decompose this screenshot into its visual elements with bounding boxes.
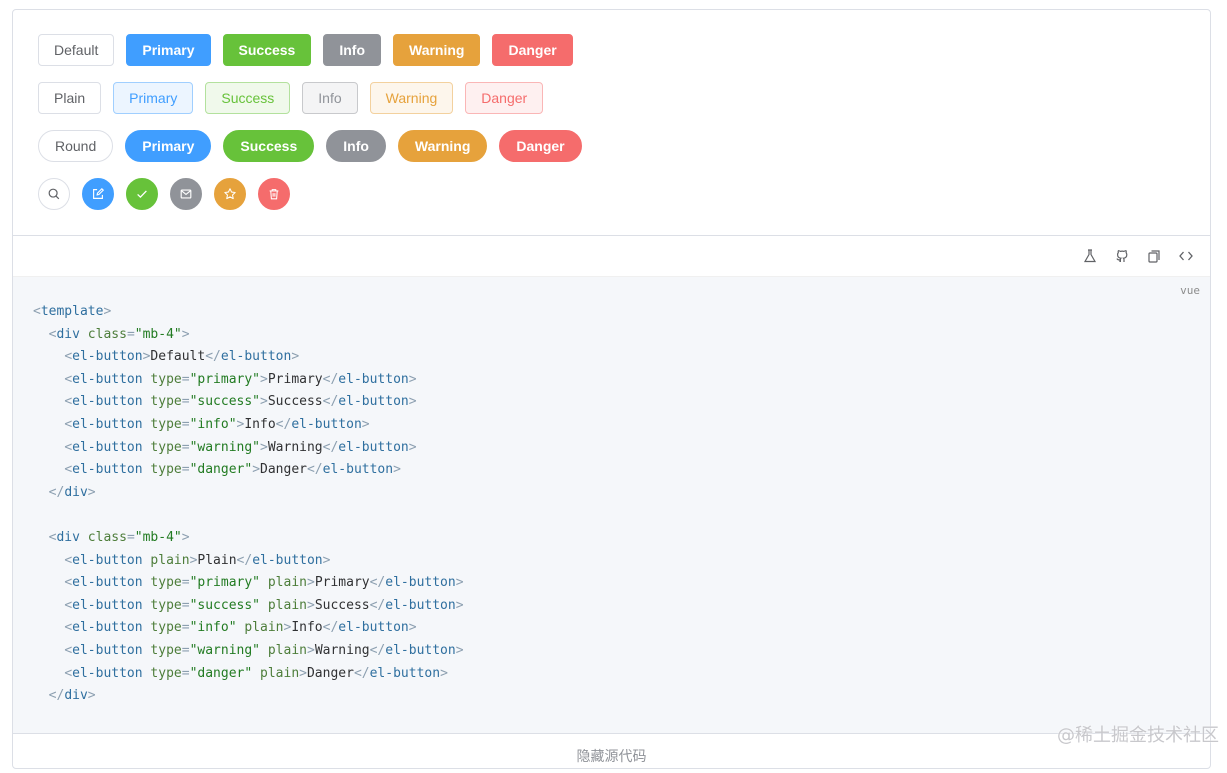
circle-star-button[interactable] [214, 178, 246, 210]
code-line: <template> [33, 304, 112, 319]
info-button[interactable]: Info [323, 34, 381, 66]
round-buttons-row: Round Primary Success Info Warning Dange… [38, 130, 1210, 162]
circle-check-button[interactable] [126, 178, 158, 210]
plain-danger-button[interactable]: Danger [465, 82, 544, 114]
hide-source-label: 隐藏源代码 [576, 748, 647, 764]
code-line: <el-button type="info" plain>Info</el-bu… [64, 620, 417, 636]
code-line: <el-button type="primary">Primary</el-bu… [64, 371, 417, 387]
round-info-button[interactable]: Info [326, 130, 386, 162]
hide-source-toggle[interactable]: 隐藏源代码 [13, 733, 1210, 773]
circle-edit-button[interactable] [82, 178, 114, 210]
round-primary-button[interactable]: Primary [125, 130, 212, 162]
code-line: ​ [33, 504, 1210, 527]
danger-button[interactable]: Danger [492, 34, 573, 66]
code-line: <el-button>Default</el-button> [64, 349, 300, 365]
code-line: <el-button type="success">Success</el-bu… [64, 394, 417, 410]
copy-icon[interactable] [1146, 248, 1162, 264]
source-code-panel: vue <template> <div class="mb-4"> <el-bu… [13, 277, 1210, 733]
plain-success-button[interactable]: Success [205, 82, 291, 114]
plain-default-button[interactable]: Plain [38, 82, 102, 114]
code-line: <el-button type="danger" plain>Danger</e… [64, 665, 448, 681]
round-success-button[interactable]: Success [223, 130, 315, 162]
message-icon [179, 187, 193, 201]
code-lines: <template> <div class="mb-4"> <el-button… [33, 301, 1210, 708]
code-line: <el-button type="success" plain>Success<… [64, 597, 464, 613]
demo-block: Default Primary Success Info Warning Dan… [12, 9, 1211, 769]
circle-message-button[interactable] [170, 178, 202, 210]
plain-primary-button[interactable]: Primary [113, 82, 194, 114]
code-line: <el-button type="danger">Danger</el-butt… [64, 462, 401, 478]
basic-buttons-row: Default Primary Success Info Warning Dan… [38, 34, 1210, 66]
round-danger-button[interactable]: Danger [499, 130, 582, 162]
playground-icon[interactable] [1082, 248, 1098, 264]
demo-preview: Default Primary Success Info Warning Dan… [13, 10, 1210, 236]
code-language-label: vue [1180, 284, 1200, 297]
plain-buttons-row: Plain Primary Success Info Warning Dange… [38, 82, 1210, 114]
star-icon [223, 187, 237, 201]
demo-toolbar [13, 236, 1210, 277]
code-line: </div> [48, 484, 96, 500]
code-line: </div> [48, 688, 96, 704]
code-icon[interactable] [1178, 248, 1194, 264]
warning-button[interactable]: Warning [393, 34, 481, 66]
primary-button[interactable]: Primary [126, 34, 211, 66]
default-button[interactable]: Default [38, 34, 115, 66]
watermark: @稀土掘金技术社区 [1057, 725, 1219, 746]
github-icon[interactable] [1114, 248, 1130, 264]
code-line: <el-button type="warning">Warning</el-bu… [64, 439, 417, 455]
circle-delete-button[interactable] [258, 178, 290, 210]
circle-search-button[interactable] [38, 178, 70, 210]
code-line: <el-button type="warning" plain>Warning<… [64, 642, 464, 658]
edit-icon [91, 187, 105, 201]
code-line: <el-button type="info">Info</el-button> [64, 416, 370, 432]
plain-warning-button[interactable]: Warning [369, 82, 454, 114]
round-default-button[interactable]: Round [38, 130, 114, 162]
check-icon [135, 187, 149, 201]
round-warning-button[interactable]: Warning [397, 130, 488, 162]
delete-icon [267, 187, 281, 201]
search-icon [47, 187, 61, 201]
code-line: <el-button plain>Plain</el-button> [64, 552, 331, 568]
plain-info-button[interactable]: Info [302, 82, 358, 114]
code-line: <div class="mb-4"> [48, 326, 190, 342]
circle-buttons-row [38, 178, 1210, 210]
success-button[interactable]: Success [222, 34, 312, 66]
code-line: <div class="mb-4"> [48, 529, 190, 545]
code-line: <el-button type="primary" plain>Primary<… [64, 575, 464, 591]
